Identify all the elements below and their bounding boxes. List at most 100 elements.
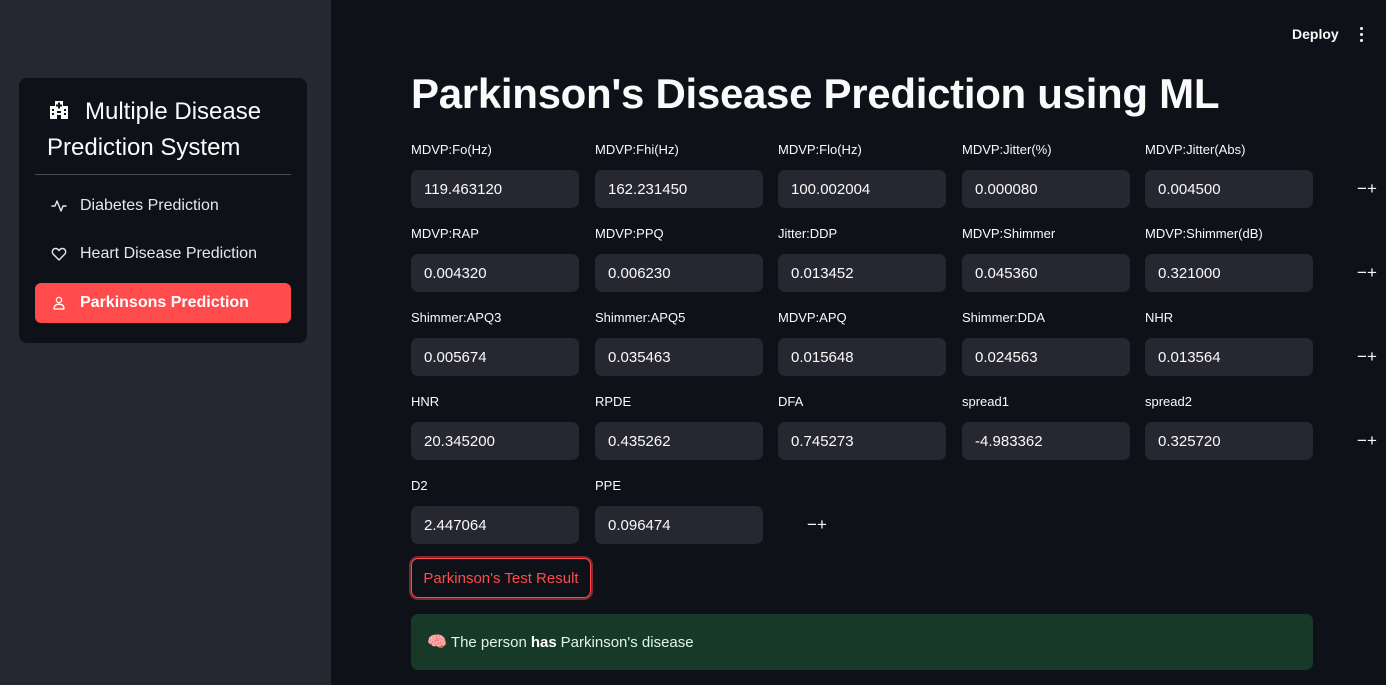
shimmer-apq3-input[interactable] [411,348,623,366]
heart-icon [51,246,67,262]
field-shimmer-dda: Shimmer:DDA −+ [962,310,1194,376]
hnr-input[interactable] [411,432,623,450]
number-input: −+ [962,338,1194,376]
field-mdvp-apq: MDVP:APQ −+ [778,310,1010,376]
field-spread1: spread1 −+ [962,394,1194,460]
number-input: −+ [1145,338,1377,376]
sidebar-item-diabetes[interactable]: Diabetes Prediction [35,186,291,226]
field-label: MDVP:Fo(Hz) [411,142,492,157]
mdvp-fo-hz-input[interactable] [411,180,623,198]
field-mdvp-shimmer-db: MDVP:Shimmer(dB) −+ [1145,226,1377,292]
number-input: −+ [411,170,643,208]
field-mdvp-fo-hz: MDVP:Fo(Hz) −+ [411,142,643,208]
field-spread2: spread2 −+ [1145,394,1377,460]
shimmer-apq5-input[interactable] [595,348,807,366]
number-input: −+ [595,506,827,544]
kebab-menu-icon[interactable] [1352,22,1370,46]
d2-input[interactable] [411,516,623,534]
number-input: −+ [595,338,827,376]
spread2-input[interactable] [1145,432,1357,450]
number-input: −+ [1145,254,1377,292]
decrement-button[interactable]: − [1357,422,1367,460]
decrement-button[interactable]: − [1357,338,1367,376]
mdvp-shimmer-db-input[interactable] [1145,264,1357,282]
number-input: −+ [411,506,643,544]
increment-button[interactable]: + [1367,170,1377,208]
hospital-icon [50,101,68,119]
brain-icon: 🧠 [427,634,447,651]
field-ppe: PPE −+ [595,478,827,544]
field-mdvp-jitter: MDVP:Jitter(%) −+ [962,142,1194,208]
result-emphasis: has [530,633,557,651]
field-label: NHR [1145,310,1174,325]
sidebar-item-heart-disease[interactable]: Heart Disease Prediction [35,234,291,274]
dfa-input[interactable] [778,432,990,450]
field-rpde: RPDE −+ [595,394,827,460]
field-label: DFA [778,394,804,409]
page-title: Parkinson's Disease Prediction using ML [411,70,1220,117]
field-hnr: HNR −+ [411,394,643,460]
menu-divider [35,174,291,175]
jitter-ddp-input[interactable] [778,264,990,282]
number-input: −+ [962,422,1194,460]
mdvp-jitter-input[interactable] [962,180,1174,198]
increment-button[interactable]: + [1367,422,1377,460]
number-input: −+ [778,170,1010,208]
field-label: spread1 [962,394,1009,409]
field-label: Shimmer:DDA [962,310,1046,325]
field-mdvp-flo-hz: MDVP:Flo(Hz) −+ [778,142,1010,208]
deploy-button[interactable]: Deploy [1284,22,1347,46]
spread1-input[interactable] [962,432,1174,450]
sidebar-item-label: Parkinsons Prediction [80,294,249,311]
mdvp-fhi-hz-input[interactable] [595,180,807,198]
field-label: MDVP:Shimmer(dB) [1145,226,1263,241]
sidebar-item-label: Heart Disease Prediction [80,245,257,262]
number-input: −+ [595,170,827,208]
result-prefix: The person [450,633,527,651]
sidebar-item-label: Diabetes Prediction [80,197,219,214]
number-input: −+ [411,254,643,292]
menu-title: Multiple Disease Prediction System [47,94,287,166]
field-label: MDVP:Fhi(Hz) [595,142,679,157]
decrement-button[interactable]: − [807,506,817,544]
field-label: D2 [411,478,428,493]
field-mdvp-rap: MDVP:RAP −+ [411,226,643,292]
ppe-input[interactable] [595,516,807,534]
decrement-button[interactable]: − [1357,170,1367,208]
field-mdvp-fhi-hz: MDVP:Fhi(Hz) −+ [595,142,827,208]
mdvp-jitter-abs-input[interactable] [1145,180,1357,198]
number-input: −+ [778,338,1010,376]
mdvp-shimmer-input[interactable] [962,264,1174,282]
increment-button[interactable]: + [817,506,827,544]
parkinsons-test-result-button[interactable]: Parkinson's Test Result [411,558,591,598]
field-label: PPE [595,478,622,493]
increment-button[interactable]: + [1367,338,1377,376]
number-input: −+ [962,170,1194,208]
number-input: −+ [778,254,1010,292]
field-mdvp-ppq: MDVP:PPQ −+ [595,226,827,292]
field-nhr: NHR −+ [1145,310,1377,376]
shimmer-dda-input[interactable] [962,348,1174,366]
field-label: MDVP:Jitter(%) [962,142,1052,157]
sidebar: Multiple Disease Prediction System Diabe… [0,0,331,685]
increment-button[interactable]: + [1367,254,1377,292]
number-input: −+ [411,422,643,460]
field-jitter-ddp: Jitter:DDP −+ [778,226,1010,292]
field-label: HNR [411,394,440,409]
field-shimmer-apq5: Shimmer:APQ5 −+ [595,310,827,376]
sidebar-item-parkinsons[interactable]: Parkinsons Prediction [35,283,291,323]
number-input: −+ [778,422,1010,460]
decrement-button[interactable]: − [1357,254,1367,292]
field-label: MDVP:PPQ [595,226,664,241]
person-icon [51,295,67,311]
field-label: spread2 [1145,394,1192,409]
field-dfa: DFA −+ [778,394,1010,460]
mdvp-rap-input[interactable] [411,264,623,282]
mdvp-apq-input[interactable] [778,348,990,366]
mdvp-flo-hz-input[interactable] [778,180,990,198]
rpde-input[interactable] [595,432,807,450]
field-mdvp-jitter-abs: MDVP:Jitter(Abs) −+ [1145,142,1377,208]
number-input: −+ [411,338,643,376]
nhr-input[interactable] [1145,348,1357,366]
mdvp-ppq-input[interactable] [595,264,807,282]
